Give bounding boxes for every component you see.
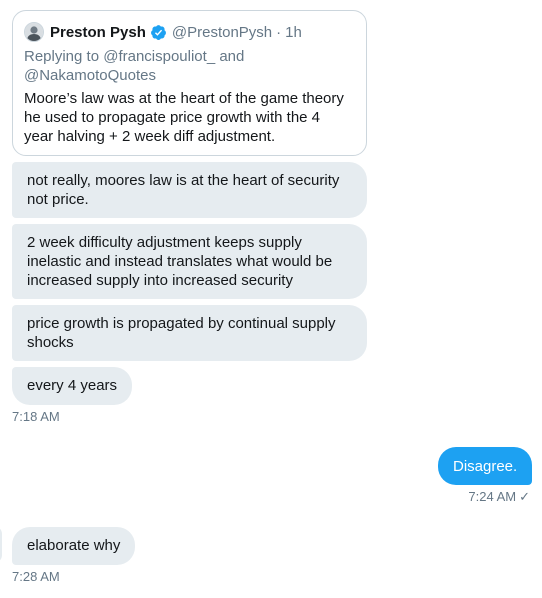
incoming-message[interactable]: 2 week difficulty adjustment keeps suppl… — [12, 224, 367, 299]
outgoing-message[interactable]: Disagree. — [438, 447, 532, 485]
replying-to-line[interactable]: @NakamotoQuotes — [24, 66, 354, 85]
message-text-line: shocks — [27, 334, 74, 351]
incoming-message[interactable]: not really, moores law is at the heart o… — [12, 162, 367, 218]
message-timestamp: 7:24 AM ✓ — [468, 489, 530, 505]
message-text-line: increased supply into increased security — [27, 272, 293, 289]
quoted-tweet-time[interactable]: 1h — [285, 24, 302, 41]
verified-badge-icon — [150, 24, 166, 40]
quoted-tweet-card[interactable]: Preston Pysh @PrestonPysh · 1h Replying … — [12, 10, 367, 156]
message-text-line: price growth is propagated by continual … — [27, 315, 336, 332]
quoted-text-line: year halving + 2 week diff adjustment. — [24, 128, 276, 145]
message-timestamp: 7:28 AM — [12, 569, 60, 584]
incoming-message[interactable]: elaborate why — [12, 527, 136, 565]
cropped-bubble-edge — [0, 526, 2, 563]
message-text-line: not really, moores law is at the heart o… — [27, 172, 340, 189]
replying-to: Replying to @francispouliot_ and @Nakamo… — [24, 47, 354, 85]
replying-to-line[interactable]: Replying to @francispouliot_ and — [24, 47, 354, 66]
timestamp-text: 7:24 AM — [468, 489, 517, 504]
message-text-line: inelastic and instead translates what wo… — [27, 253, 333, 270]
avatar-icon[interactable] — [24, 22, 44, 42]
message-text: elaborate why — [27, 537, 121, 554]
message-text: Disagree. — [453, 458, 518, 475]
message-text-line: not price. — [27, 191, 89, 208]
separator-dot: · — [276, 23, 282, 41]
incoming-message[interactable]: every 4 years — [12, 367, 133, 405]
incoming-message[interactable]: price growth is propagated by continual … — [12, 305, 367, 361]
message-timestamp: 7:18 AM — [12, 409, 60, 424]
quoted-tweet-text: Moore’s law was at the heart of the game… — [24, 89, 354, 146]
check-icon: ✓ — [519, 489, 530, 504]
message-text: every 4 years — [27, 377, 118, 394]
message-text-line: 2 week difficulty adjustment keeps suppl… — [27, 234, 302, 251]
quoted-tweet-header: Preston Pysh @PrestonPysh · 1h — [24, 21, 354, 43]
quoted-author-handle: @PrestonPysh — [171, 23, 273, 41]
quoted-text-line: Moore’s law was at the heart of the game… — [24, 90, 344, 107]
quoted-author-name[interactable]: Preston Pysh — [50, 24, 146, 41]
quoted-text-line: he used to propagate price growth with t… — [24, 109, 321, 126]
